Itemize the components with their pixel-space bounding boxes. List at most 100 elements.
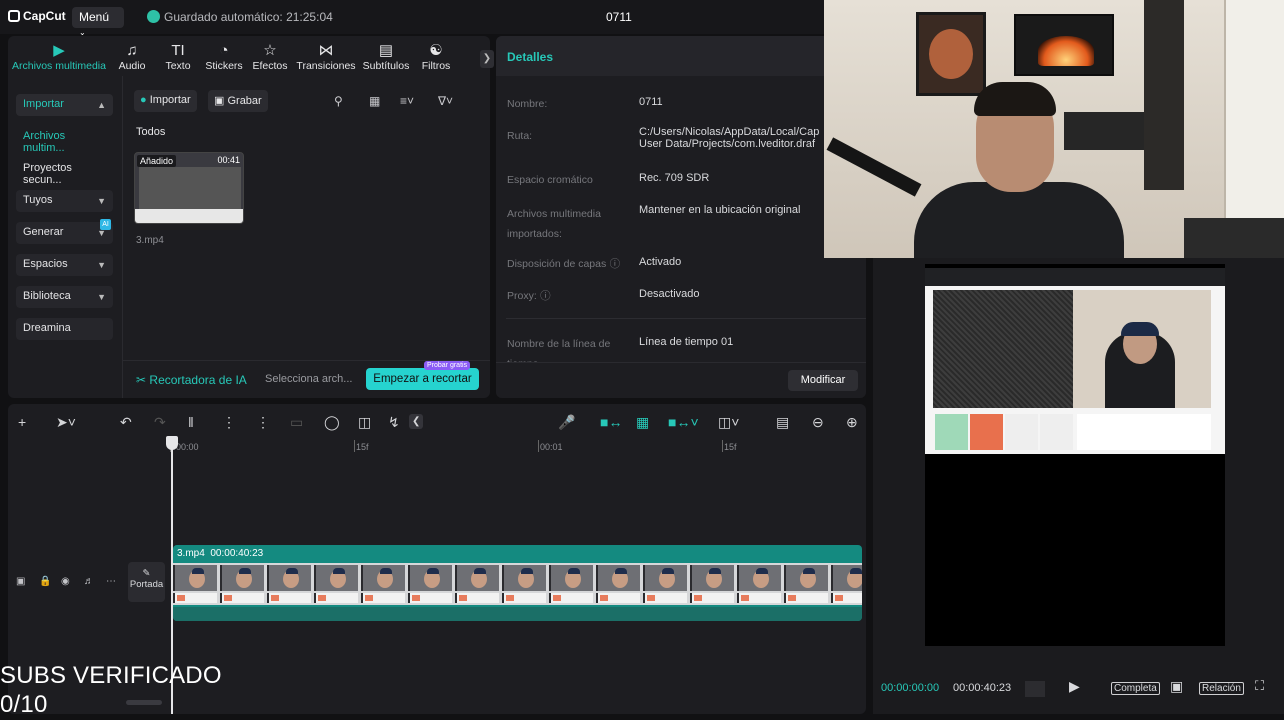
sidebar-label: Dreamina: [23, 322, 71, 334]
detail-row-proxy: Proxy: ⓘ: [507, 288, 551, 303]
cover-button[interactable]: ✎ Portada: [128, 562, 165, 602]
media-panel: ▶ Archivos multimedia ♫ Audio TI Texto ◔ Sti…: [8, 36, 494, 398]
detail-row-name: Nombre:: [507, 96, 547, 110]
split-left-icon[interactable]: ⋮: [222, 414, 236, 431]
preview-axis-icon[interactable]: ◫˅: [718, 414, 739, 431]
webcam-person: [914, 82, 1124, 258]
tab-filtros[interactable]: ☯ Filtros: [418, 42, 454, 72]
marker-icon[interactable]: ◯: [324, 414, 340, 431]
tab-archivos-multimedia[interactable]: ▶ Archivos multimedia: [10, 42, 108, 72]
frame-cap: [192, 568, 204, 574]
sidebar-item-espacios[interactable]: Espacios ▼: [16, 254, 113, 276]
clip-duration: 00:00:40:23: [210, 548, 264, 559]
sidebar-item-generar[interactable]: Generar ▼ AI: [16, 219, 113, 244]
frame-cap: [521, 568, 533, 574]
clip-frame-strip: [408, 593, 452, 603]
clip-thumbnail-frame: [220, 565, 264, 591]
start-cutting-button[interactable]: Empezar a recortar: [366, 368, 479, 390]
frame-cap: [803, 568, 815, 574]
tab-texto[interactable]: TI Texto: [160, 42, 196, 72]
sidebar-item-biblioteca[interactable]: Biblioteca ▼: [16, 286, 113, 308]
menu-button[interactable]: Menú ⌄: [72, 7, 124, 37]
thumbnail-strip: [135, 209, 243, 223]
info-icon[interactable]: ⓘ: [610, 258, 621, 270]
timeline-ruler[interactable]: 00:00 15f 00:01 15f: [170, 440, 866, 458]
video-clip[interactable]: 3.mp4 00:00:40:23: [173, 545, 862, 621]
fit-timeline-icon[interactable]: ▤: [776, 414, 789, 431]
tick-mark: [538, 440, 539, 452]
lock-icon[interactable]: 🔒: [39, 576, 51, 587]
tab-audio[interactable]: ♫ Audio: [114, 42, 150, 72]
media-filename: 3.mp4: [136, 235, 164, 246]
ai-cutter-select[interactable]: Selecciona arch...: [265, 373, 352, 385]
redo-icon[interactable]: ↷: [154, 414, 166, 431]
select-cursor-icon[interactable]: ➤˅: [56, 414, 76, 431]
grid-view-icon[interactable]: ▦: [369, 94, 380, 108]
tabs-scroll-right[interactable]: ❯: [480, 50, 494, 68]
sidebar-item-archivos[interactable]: Archivos multim...: [16, 126, 113, 154]
fullscreen-icon[interactable]: ⛶: [1255, 678, 1264, 694]
sidebar-item-tuyos[interactable]: Tuyos ▼: [16, 190, 113, 212]
play-icon[interactable]: ▶: [1069, 678, 1080, 695]
sidebar-label: Archivos multim...: [23, 130, 66, 154]
media-thumbnail[interactable]: Añadido 00:41: [134, 152, 244, 224]
freeze-icon[interactable]: ◫: [358, 414, 371, 431]
add-track-icon[interactable]: +: [18, 414, 26, 430]
webcam-door: [1224, 0, 1284, 230]
media-play-icon: ▶: [53, 42, 65, 59]
clip-frame-strip: [596, 593, 640, 603]
sort-icon[interactable]: ≡˅: [400, 94, 414, 108]
detail-label: Espacio cromático: [507, 174, 593, 186]
timeline-scrollbar[interactable]: [126, 700, 162, 705]
eye-icon[interactable]: ◉: [61, 576, 70, 587]
zoom-out-icon[interactable]: ⊖: [812, 414, 824, 431]
aspect-ratio-button[interactable]: Relación: [1199, 682, 1244, 695]
tab-efectos[interactable]: ☆ Efectos: [252, 42, 288, 72]
filter-icon[interactable]: ∇˅: [438, 94, 453, 108]
zoom-in-icon[interactable]: ⊕: [846, 414, 858, 431]
sidebar-item-importar[interactable]: Importar ▲: [16, 94, 113, 116]
tab-stickers[interactable]: ◔ Stickers: [204, 42, 244, 72]
tab-transiciones[interactable]: ⋈ Transiciones: [296, 42, 356, 72]
speaker-icon[interactable]: ♬: [84, 576, 94, 587]
microphone-icon[interactable]: 🎤: [558, 414, 575, 431]
import-label: Importar: [149, 94, 191, 106]
added-badge: Añadido: [137, 155, 177, 167]
track-toggle-icon[interactable]: ▣: [16, 576, 25, 587]
sidebar-item-dreamina[interactable]: Dreamina: [16, 318, 113, 340]
more-icon[interactable]: ⋯: [106, 576, 116, 587]
clip-frame-strip: [267, 593, 311, 603]
player-screen[interactable]: [925, 264, 1225, 646]
linkage-icon[interactable]: ■↔˅: [668, 414, 699, 430]
modify-button[interactable]: Modificar: [788, 370, 858, 391]
tab-label: Stickers: [205, 60, 243, 72]
main-track-magnet-icon[interactable]: ■↔: [600, 414, 622, 430]
auto-snap-icon[interactable]: ▦: [636, 414, 649, 431]
screenshot-icon[interactable]: ▣: [1170, 678, 1183, 695]
collapse-toolbar-icon[interactable]: ❮: [409, 414, 424, 429]
sidebar-item-proyectos[interactable]: Proyectos secun...: [16, 158, 113, 186]
info-icon[interactable]: ⓘ: [540, 290, 551, 302]
split-right-icon[interactable]: ⋮: [256, 414, 270, 431]
import-button[interactable]: ● Importar: [134, 90, 197, 112]
webcam-tv: [1014, 14, 1114, 76]
split-icon[interactable]: ‖: [188, 414, 194, 430]
player-panel: 00:00:00:00 00:00:40:23 ▶ Completa ▣ Rel…: [873, 258, 1284, 714]
project-title: 0711: [606, 10, 632, 24]
detail-value-timeline: Línea de tiempo 01: [639, 334, 733, 348]
preview-tile: [1040, 414, 1073, 450]
detail-row-timeline: Nombre de la línea de tiempo: [507, 334, 610, 364]
capcut-logo: CapCut: [8, 9, 66, 23]
ai-cutter-title: ✂ Recortadora de IA: [136, 373, 247, 387]
camera-icon: ▣: [214, 95, 225, 107]
clip-thumbnail-frame: [831, 565, 862, 591]
undo-icon[interactable]: ↶: [120, 414, 132, 431]
tab-subtitulos[interactable]: ▤ Subtítulos: [360, 42, 412, 72]
search-icon[interactable]: ⚲: [334, 94, 343, 108]
delete-icon[interactable]: ▭: [290, 414, 303, 431]
frame-cap: [662, 568, 674, 574]
timecode-toggle-icon[interactable]: [1025, 681, 1045, 697]
ai-magic-icon[interactable]: ↯: [388, 414, 400, 431]
record-button[interactable]: ▣ Grabar: [208, 90, 268, 112]
full-quality-button[interactable]: Completa: [1111, 682, 1160, 695]
